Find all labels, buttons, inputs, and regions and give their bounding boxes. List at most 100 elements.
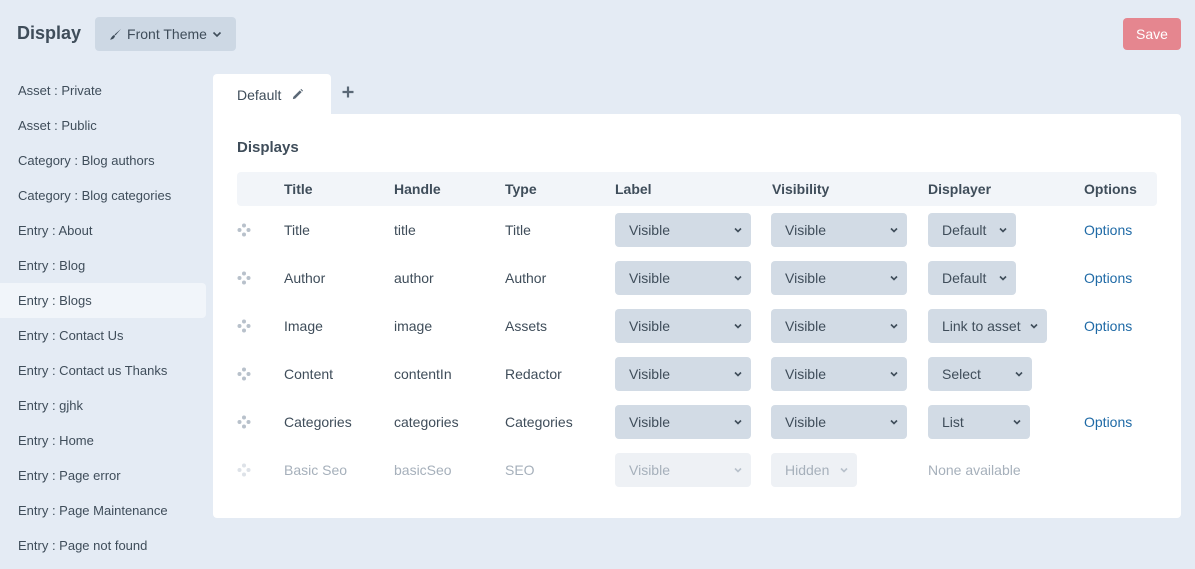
row-title: Categories: [284, 414, 352, 430]
chevron-down-icon: [733, 465, 743, 475]
label-select-value: Visible: [629, 366, 670, 382]
chevron-down-icon: [733, 369, 743, 379]
visibility-select[interactable]: Visible: [771, 309, 907, 343]
row-type: Redactor: [505, 366, 562, 382]
column-header-options: Options: [1084, 181, 1137, 197]
displayer-select-value: Default: [942, 222, 987, 238]
sidebar-item-category-blog-categories[interactable]: Category : Blog categories: [0, 178, 206, 213]
visibility-select[interactable]: Visible: [771, 261, 907, 295]
label-select[interactable]: Visible: [615, 213, 751, 247]
row-type: Author: [505, 270, 547, 286]
options-link[interactable]: Options: [1084, 302, 1132, 350]
add-tab-button[interactable]: [338, 84, 358, 104]
sidebar-item-entry-blogs[interactable]: Entry : Blogs: [0, 283, 206, 318]
drag-handle-icon: [237, 463, 251, 477]
row-handle: title: [394, 222, 416, 238]
row-title: Title: [284, 222, 310, 238]
visibility-select: Hidden: [771, 453, 857, 487]
row-handle: categories: [394, 414, 459, 430]
label-select-value: Visible: [629, 222, 670, 238]
label-select-value: Visible: [629, 318, 670, 334]
displayer-select[interactable]: Default: [928, 213, 1016, 247]
visibility-select-value: Visible: [785, 366, 826, 382]
label-select[interactable]: Visible: [615, 357, 751, 391]
tab-default-label: Default: [237, 86, 282, 103]
sidebar-item-entry-contact-us[interactable]: Entry : Contact Us: [0, 318, 206, 353]
sidebar-item-entry-page-error[interactable]: Entry : Page error: [0, 458, 206, 493]
sidebar-item-category-blog-authors[interactable]: Category : Blog authors: [0, 143, 206, 178]
label-select: Visible: [615, 453, 751, 487]
row-type: Assets: [505, 318, 548, 334]
visibility-select-value: Hidden: [785, 462, 830, 478]
table-row: Categories categories Categories Visible…: [237, 398, 1157, 446]
sidebar-item-entry-gjhk[interactable]: Entry : gjhk: [0, 388, 206, 423]
column-header-title: Title: [284, 181, 313, 197]
sidebar-item-asset-public[interactable]: Asset : Public: [0, 108, 206, 143]
row-title: Content: [284, 366, 334, 382]
label-select[interactable]: Visible: [615, 309, 751, 343]
displayer-select-value: Default: [942, 270, 987, 286]
drag-handle-icon[interactable]: [237, 367, 251, 381]
table-row: Content contentIn Redactor Visible Visib…: [237, 350, 1157, 398]
chevron-down-icon: [998, 273, 1008, 283]
label-select-value: Visible: [629, 270, 670, 286]
chevron-down-icon: [889, 225, 899, 235]
table-row: Image image Assets Visible Visible Link …: [237, 302, 1157, 350]
pencil-icon[interactable]: [291, 88, 304, 101]
sidebar-item-asset-private[interactable]: Asset : Private: [0, 73, 206, 108]
theme-selector-button[interactable]: Front Theme: [95, 17, 236, 51]
column-header-handle: Handle: [394, 181, 441, 197]
column-header-label: Label: [615, 181, 652, 197]
sidebar: Asset : Private Asset : Public Category …: [0, 73, 206, 563]
paintbrush-icon: [109, 28, 122, 41]
displayer-select[interactable]: Link to asset: [928, 309, 1047, 343]
sidebar-item-entry-home[interactable]: Entry : Home: [0, 423, 206, 458]
tab-default[interactable]: Default: [213, 74, 331, 115]
table-row: Basic Seo basicSeo SEO Visible Hidden No…: [237, 446, 1157, 494]
label-select[interactable]: Visible: [615, 405, 751, 439]
chevron-down-icon: [1012, 417, 1022, 427]
sidebar-item-entry-contact-us-thanks[interactable]: Entry : Contact us Thanks: [0, 353, 206, 388]
row-title: Author: [284, 270, 326, 286]
chevron-down-icon: [889, 417, 899, 427]
displayer-select-value: Select: [942, 366, 981, 382]
column-header-type: Type: [505, 181, 537, 197]
drag-handle-icon[interactable]: [237, 271, 251, 285]
table-row: Author author Author Visible Visible Def…: [237, 254, 1157, 302]
options-link[interactable]: Options: [1084, 398, 1132, 446]
chevron-down-icon: [998, 225, 1008, 235]
chevron-down-icon: [889, 321, 899, 331]
label-select[interactable]: Visible: [615, 261, 751, 295]
sidebar-item-entry-about[interactable]: Entry : About: [0, 213, 206, 248]
drag-handle-icon[interactable]: [237, 319, 251, 333]
label-select-value: Visible: [629, 462, 670, 478]
sidebar-item-entry-blog[interactable]: Entry : Blog: [0, 248, 206, 283]
drag-handle-icon[interactable]: [237, 223, 251, 237]
sidebar-item-entry-page-maintenance[interactable]: Entry : Page Maintenance: [0, 493, 206, 528]
displayer-select[interactable]: Default: [928, 261, 1016, 295]
row-title: Basic Seo: [284, 462, 348, 478]
chevron-down-icon: [839, 465, 849, 475]
column-header-visibility: Visibility: [772, 181, 830, 197]
visibility-select[interactable]: Visible: [771, 213, 907, 247]
options-link[interactable]: Options: [1084, 254, 1132, 302]
visibility-select[interactable]: Visible: [771, 357, 907, 391]
options-link[interactable]: Options: [1084, 206, 1132, 254]
displayer-select[interactable]: Select: [928, 357, 1032, 391]
drag-handle-icon[interactable]: [237, 415, 251, 429]
chevron-down-icon: [733, 225, 743, 235]
row-handle: contentIn: [394, 366, 452, 382]
table-header: Title Handle Type Label Visibility Displ…: [237, 172, 1157, 206]
label-select-value: Visible: [629, 414, 670, 430]
visibility-select[interactable]: Visible: [771, 405, 907, 439]
row-type: Title: [505, 222, 531, 238]
displayer-select[interactable]: List: [928, 405, 1030, 439]
visibility-select-value: Visible: [785, 222, 826, 238]
column-header-displayer: Displayer: [928, 181, 992, 197]
sidebar-item-entry-page-not-found[interactable]: Entry : Page not found: [0, 528, 206, 563]
row-type: Categories: [505, 414, 573, 430]
visibility-select-value: Visible: [785, 318, 826, 334]
plus-icon: [342, 85, 354, 103]
save-button[interactable]: Save: [1123, 18, 1181, 50]
displayer-select-value: List: [942, 414, 964, 430]
